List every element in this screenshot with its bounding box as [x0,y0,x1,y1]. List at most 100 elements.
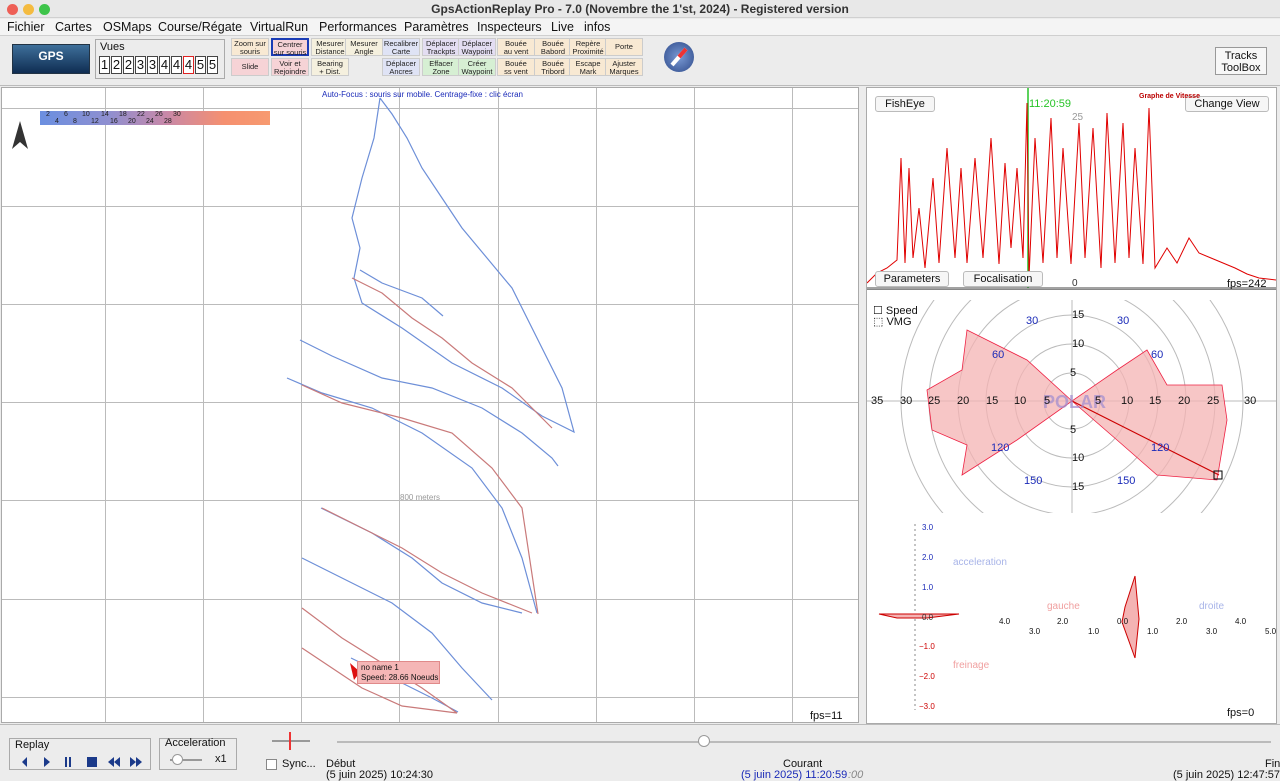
current-time-label: 11:20:59 [1029,98,1072,110]
polar-angle-label: 150 [1024,475,1043,487]
graph-tick-25: 25 [1072,112,1084,123]
accel-y-tick: 2.0 [922,553,934,562]
zoom-sur-souris-button[interactable]: Zoom sur souris [231,38,269,56]
graph-title: Graphe de Vitesse [1139,93,1200,100]
menu-cartes[interactable]: Cartes [55,20,92,34]
stop-icon [87,757,97,767]
polar-h-tick: 5 [1044,395,1051,407]
polar-angle-label: 120 [991,442,1010,454]
polar-v-tick: 10 [1072,338,1085,350]
menu-course-regate[interactable]: Course/Régate [158,20,242,34]
track-blue [286,97,575,713]
window-title: GpsActionReplay Pro - 7.0 (Novembre the … [431,2,849,16]
acceleration-label: acceleration [953,557,1007,568]
rewind-icon [108,757,120,767]
polar-chart[interactable]: ☐ Speed ⬚ VMG POLAR 35 30 25 20 15 10 5 … [867,300,1276,513]
menu-live[interactable]: Live [551,20,574,34]
vue-button[interactable]: 5 [195,56,206,74]
replay-bar: Replay Acceleration x1 Sync... Début (5 … [0,724,1280,781]
vues-label: Vues [100,41,125,53]
polar-angle-label: 60 [1151,349,1164,361]
speed-graph[interactable]: FishEye Change View 11:20:59 Graphe de V… [867,88,1276,290]
toolbar: GPS Vues 1 2 2 3 3 4 4 4 5 5 Zoom sur sou… [0,36,1280,86]
accel-x-tick: 4.0 [1235,617,1247,626]
polar-h-tick: 15 [1149,395,1162,407]
menu-infos[interactable]: infos [584,20,610,34]
vue-button[interactable]: 1 [99,56,110,74]
accel-y-tick: 1.0 [922,583,934,592]
menu-parametres[interactable]: Paramètres [404,20,469,34]
polar-angle-label: 30 [1026,315,1039,327]
deplacer-trackpts-button[interactable]: Déplacer Trackpts [422,38,460,56]
scale-distance-label: 800 meters [400,493,441,502]
recalibrer-carte-button[interactable]: Recalibrer Carte [382,38,420,56]
bouee-ss-vent-button[interactable]: Bouée ss vent [497,58,535,76]
menu-virtualrun[interactable]: VirtualRun [250,20,308,34]
bouee-tribord-button[interactable]: Bouée Tribord [534,58,572,76]
accel-y-tick: 3.0 [922,523,934,532]
slide-button[interactable]: Slide [231,58,269,76]
deplacer-waypoint-button[interactable]: Déplacer Waypoint [458,38,496,56]
menu-fichier[interactable]: Fichier [7,20,45,34]
vues-group: Vues 1 2 2 3 3 4 4 4 5 5 [95,39,225,79]
fast-forward-icon [130,757,142,767]
parameters-button[interactable]: Parameters [875,271,949,287]
vue-button-active[interactable]: 4 [183,56,194,74]
focalisation-button[interactable]: Focalisation [963,271,1043,287]
polar-h-tick: 15 [986,395,999,407]
timeline-track[interactable] [337,741,1271,743]
polar-angle-label: 120 [1151,442,1170,454]
sync-slider-track[interactable] [272,740,310,742]
polar-h-tick: 30 [1244,395,1257,407]
vue-button[interactable]: 3 [147,56,158,74]
deplacer-ancres-button[interactable]: Déplacer Ancres [382,58,420,76]
sync-slider-thumb[interactable] [289,732,291,750]
polar-angle-label: 150 [1117,475,1136,487]
polar-h-tick: 25 [928,395,941,407]
map-view[interactable]: Auto-Focus : souris sur mobile. Centrage… [1,87,859,723]
sync-checkbox[interactable] [266,759,277,770]
accel-y-tick: −2.0 [919,672,935,681]
voir-et-rejoindre-button[interactable]: Voir et Rejoindre [271,58,309,76]
menu-performances[interactable]: Performances [319,20,397,34]
compass-icon[interactable] [664,42,694,72]
timeline-thumb[interactable] [698,735,710,747]
vue-button[interactable]: 4 [171,56,182,74]
polar-h-tick: 30 [900,395,913,407]
accel-shape [878,613,960,619]
vue-button[interactable]: 5 [207,56,218,74]
vue-button[interactable]: 2 [111,56,122,74]
porte-button[interactable]: Porte [605,38,643,56]
effacer-zone-button[interactable]: Effacer Zone [422,58,460,76]
creer-waypoint-button[interactable]: Créer Waypoint [458,58,496,76]
speed-line [867,102,1276,284]
map-fps: fps=11 [810,710,843,722]
fisheye-button[interactable]: FishEye [875,96,935,112]
centrer-sur-souris-button[interactable]: Centrer sur souris [271,38,309,57]
boat-name: no name 1 [361,663,399,672]
graph-fps: fps=242 [1227,278,1267,290]
boat-info-label[interactable]: no name 1 Speed: 28.66 Noeuds [357,661,440,684]
acceleration-slider-thumb[interactable] [172,754,183,765]
repere-proximite-button[interactable]: Repère Proximité [569,38,607,56]
vue-button[interactable]: 2 [123,56,134,74]
vue-button[interactable]: 3 [135,56,146,74]
mesurer-angle-button[interactable]: Mesurer Angle [345,38,383,56]
ajuster-marques-button[interactable]: Ajuster Marques [605,58,643,76]
bouee-au-vent-button[interactable]: Bouée au vent [497,38,535,56]
mesurer-distance-button[interactable]: Mesurer Distance [311,38,349,56]
escape-mark-button[interactable]: Escape Mark [569,58,607,76]
app-logo: GPS [12,44,90,74]
tracks-toolbox-button[interactable]: Tracks ToolBox [1215,47,1267,75]
acceleration-label: Acceleration [165,737,226,749]
menu-inspecteurs[interactable]: Inspecteurs [477,20,542,34]
sync-label: Sync... [282,758,316,770]
freinage-label: freinage [953,660,990,671]
polar-h-tick: 5 [1095,395,1102,407]
acceleration-panel: 3.0 2.0 1.0 0.0 −1.0 −2.0 −3.0 accelerat… [867,514,1276,724]
bearing-dist-button[interactable]: Bearing + Dist. [311,58,349,76]
vue-button[interactable]: 4 [159,56,170,74]
bouee-babord-button[interactable]: Bouée Babord [534,38,572,56]
menu-osmaps[interactable]: OSMaps [103,20,152,34]
polar-h-tick: 10 [1121,395,1134,407]
